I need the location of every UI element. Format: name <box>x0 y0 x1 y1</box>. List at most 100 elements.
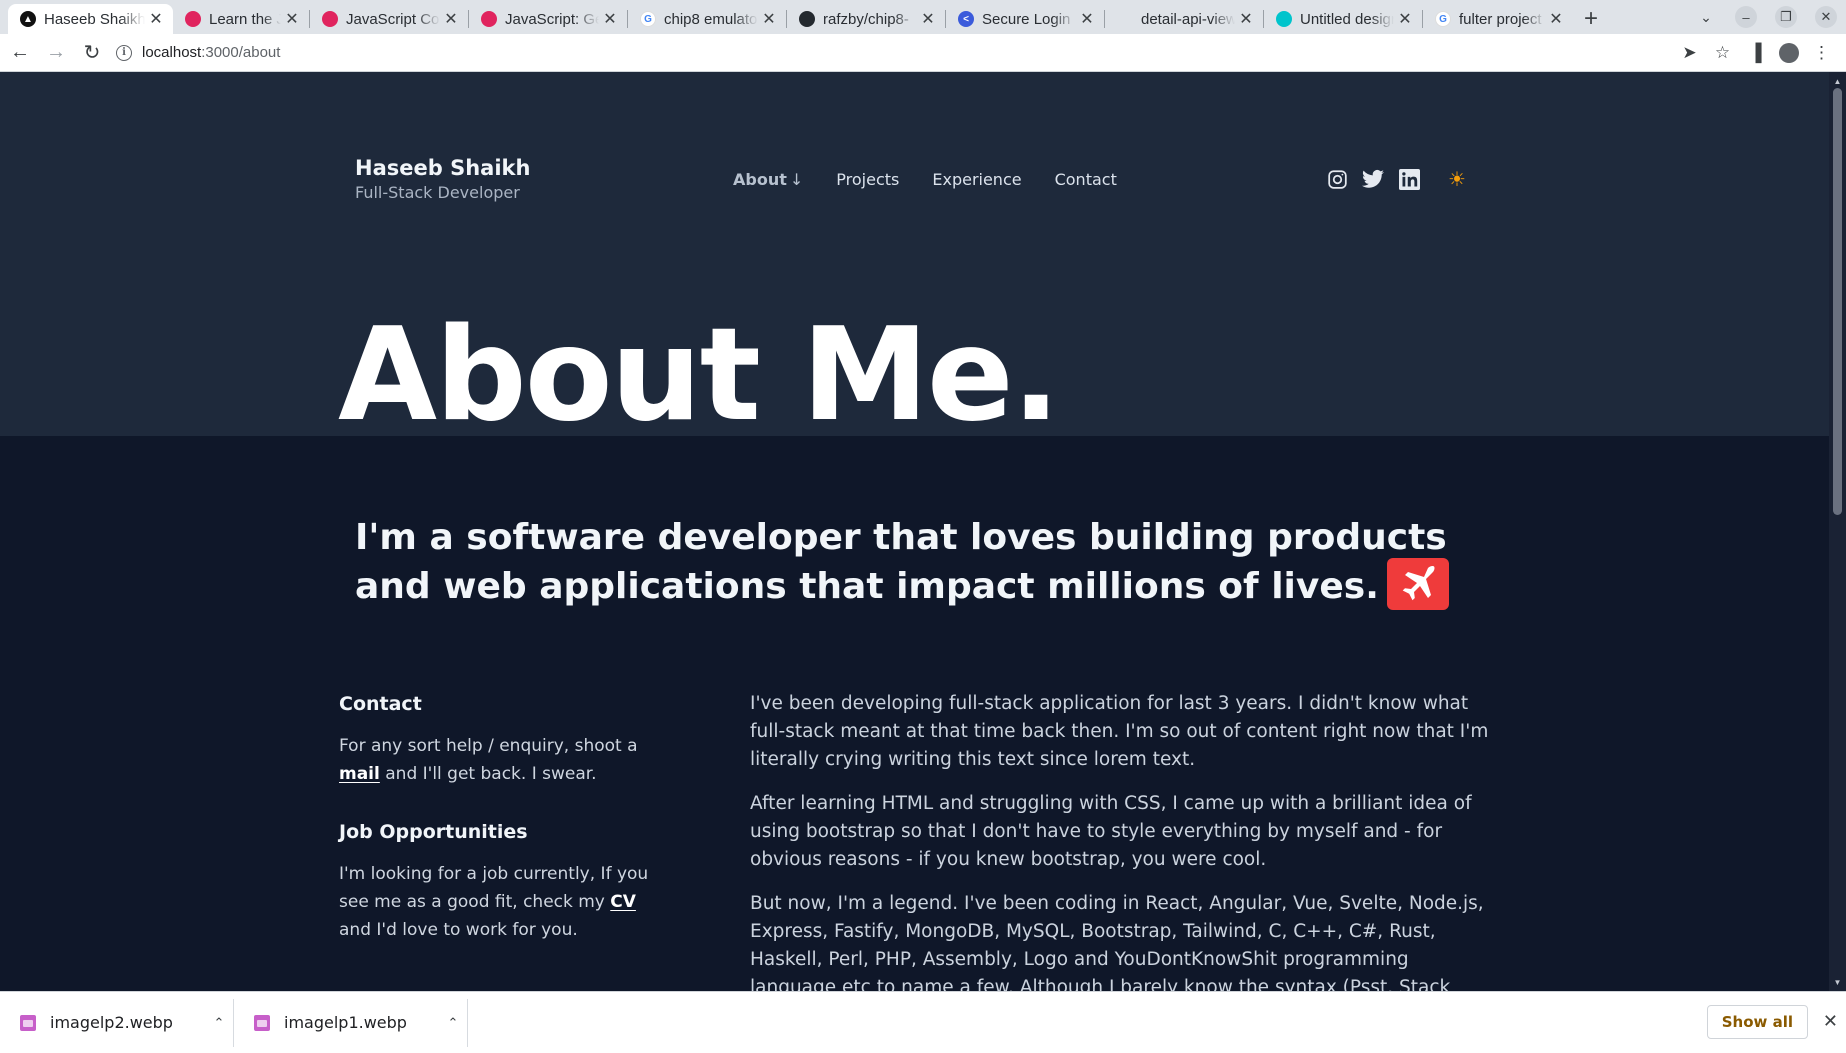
nav-contact-link[interactable]: Contact <box>1055 170 1117 189</box>
image-file-icon <box>20 1014 36 1031</box>
cv-link[interactable]: CV <box>610 892 636 912</box>
tab-secure-login[interactable]: < Secure Login ✕ <box>946 4 1104 34</box>
close-tab-icon[interactable]: ✕ <box>149 9 163 29</box>
tab-detail-api-view[interactable]: detail-api-view ✕ <box>1105 4 1263 34</box>
jobs-heading: Job Opportunities <box>339 821 528 843</box>
about-body: I've been developing full-stack applicat… <box>750 690 1495 991</box>
download-filename: imagelp2.webp <box>50 1013 173 1032</box>
tab-javascript-ge[interactable]: JavaScript: Ge ✕ <box>469 4 627 34</box>
tagline: I'm a software developer that loves buil… <box>355 514 1495 614</box>
tab-title: Learn the JavaScript <box>209 10 281 28</box>
nav-projects-link[interactable]: Projects <box>836 170 899 189</box>
profile-avatar-icon[interactable] <box>1772 37 1805 69</box>
close-window-button[interactable]: ✕ <box>1806 0 1846 34</box>
close-tab-icon[interactable]: ✕ <box>762 9 776 29</box>
close-tab-icon[interactable]: ✕ <box>603 9 617 29</box>
url-path: :3000/about <box>201 44 281 61</box>
scroll-up-arrow-icon[interactable]: ▲ <box>1829 74 1846 88</box>
nav-about-label: About <box>733 170 787 189</box>
about-paragraph: I've been developing full-stack applicat… <box>750 693 1489 770</box>
close-icon[interactable]: ✕ <box>1823 1011 1838 1032</box>
tab-fulter-project[interactable]: G fulter project ✕ <box>1423 4 1573 34</box>
contact-heading: Contact <box>339 693 422 715</box>
close-tab-icon[interactable]: ✕ <box>1549 9 1563 29</box>
site-info-icon[interactable]: i <box>116 44 132 61</box>
twitter-icon[interactable] <box>1362 168 1384 190</box>
tab-strip: ▲ Haseeb Shaikh ✕ Learn the JavaScript ✕… <box>0 0 1846 34</box>
tab-chip8-emulator[interactable]: G chip8 emulator ✕ <box>628 4 786 34</box>
google-favicon-icon: G <box>640 11 656 27</box>
reload-button[interactable]: ↻ <box>76 37 108 69</box>
instagram-icon[interactable] <box>1326 168 1348 190</box>
close-tab-icon[interactable]: ✕ <box>1080 9 1094 29</box>
social-links: ☀ <box>1326 168 1482 191</box>
tab-rafzby-chip8[interactable]: rafzby/chip8- ✕ <box>787 4 945 34</box>
tab-title: Haseeb Shaikh <box>44 10 145 28</box>
send-icon[interactable]: ➤ <box>1673 37 1706 69</box>
tab-search-chevron-icon[interactable]: ⌄ <box>1686 0 1726 34</box>
scrimba-favicon-icon <box>481 11 497 27</box>
download-item[interactable]: imagelp1.webp ⌃ <box>234 998 468 1047</box>
back-button[interactable]: ← <box>4 37 36 69</box>
more-menu-icon[interactable]: ⋮ <box>1805 37 1838 69</box>
airplane-icon <box>1386 558 1449 610</box>
sidebar: Contact For any sort help / enquiry, sho… <box>339 693 659 977</box>
brand-role: Full-Stack Developer <box>355 183 520 202</box>
chevron-up-icon[interactable]: ⌃ <box>439 1015 467 1031</box>
toolbar-actions: ➤ ☆ ▐ ⋮ <box>1673 37 1838 69</box>
nav-experience-link[interactable]: Experience <box>932 170 1021 189</box>
restore-button[interactable]: ❐ <box>1766 0 1806 34</box>
side-panel-icon[interactable]: ▐ <box>1739 37 1772 69</box>
tab-title: Untitled design <box>1300 10 1394 28</box>
scrimba-favicon-icon <box>185 11 201 27</box>
download-filename: imagelp1.webp <box>284 1013 407 1032</box>
close-tab-icon[interactable]: ✕ <box>921 9 935 29</box>
about-paragraph: After learning HTML and struggling with … <box>750 793 1472 870</box>
close-tab-icon[interactable]: ✕ <box>1239 9 1253 29</box>
nav-about-link[interactable]: About ↓ <box>733 170 803 189</box>
url-host: localhost <box>142 44 202 61</box>
jobs-text-after: and I'd love to work for you. <box>339 920 578 940</box>
tab-haseeb-shaikh[interactable]: ▲ Haseeb Shaikh ✕ <box>8 4 173 34</box>
close-tab-icon[interactable]: ✕ <box>1398 9 1412 29</box>
tab-javascript-co[interactable]: JavaScript Co ✕ <box>310 4 468 34</box>
mail-link[interactable]: mail <box>339 764 380 784</box>
show-all-button[interactable]: Show all <box>1706 1005 1808 1039</box>
new-tab-button[interactable]: + <box>1573 4 1609 34</box>
canva-favicon-icon <box>1276 11 1292 27</box>
download-item[interactable]: imagelp2.webp ⌃ <box>0 998 234 1047</box>
page-scrollbar[interactable]: ▲ ▼ <box>1829 72 1846 991</box>
contact-text-after: and I'll get back. I swear. <box>379 764 597 784</box>
tab-title: chip8 emulator <box>664 10 758 28</box>
omnibox[interactable]: i localhost:3000/about <box>116 37 1673 69</box>
about-paragraph: But now, I'm a legend. I've been coding … <box>750 893 1484 991</box>
download-shelf: imagelp2.webp ⌃ imagelp1.webp ⌃ Show all… <box>0 991 1846 1053</box>
tab-title: JavaScript: Ge <box>505 10 599 28</box>
window-controls: ⌄ – ❐ ✕ <box>1686 0 1846 34</box>
brand-name[interactable]: Haseeb Shaikh <box>355 156 530 180</box>
arrow-down-icon: ↓ <box>789 170 804 189</box>
close-tab-icon[interactable]: ✕ <box>444 9 458 29</box>
sun-icon[interactable]: ☀ <box>1446 168 1468 191</box>
page-viewport: Haseeb Shaikh Full-Stack Developer About… <box>0 72 1829 991</box>
image-file-icon <box>254 1014 270 1031</box>
scrollbar-thumb[interactable] <box>1833 88 1842 515</box>
contact-text-before: For any sort help / enquiry, shoot a <box>339 736 638 756</box>
tab-learn-javascript[interactable]: Learn the JavaScript ✕ <box>173 4 309 34</box>
tagline-text: I'm a software developer that loves buil… <box>355 517 1447 607</box>
address-toolbar: ← → ↻ i localhost:3000/about ➤ ☆ ▐ ⋮ <box>0 34 1846 72</box>
chevron-up-icon[interactable]: ⌃ <box>205 1015 233 1031</box>
contact-text: For any sort help / enquiry, shoot a mai… <box>339 732 659 788</box>
scrimba-favicon-icon <box>322 11 338 27</box>
tab-title: Secure Login <box>982 10 1071 28</box>
scroll-down-arrow-icon[interactable]: ▼ <box>1829 975 1846 989</box>
minimize-button[interactable]: – <box>1726 0 1766 34</box>
google-favicon-icon: G <box>1435 11 1451 27</box>
forward-button[interactable]: → <box>40 37 72 69</box>
page-title: About Me. <box>338 301 1060 450</box>
bookmark-star-icon[interactable]: ☆ <box>1706 37 1739 69</box>
tab-untitled-design[interactable]: Untitled design ✕ <box>1264 4 1422 34</box>
linkedin-icon[interactable] <box>1398 168 1420 190</box>
blank-favicon-icon <box>1117 11 1133 27</box>
close-tab-icon[interactable]: ✕ <box>285 9 299 29</box>
